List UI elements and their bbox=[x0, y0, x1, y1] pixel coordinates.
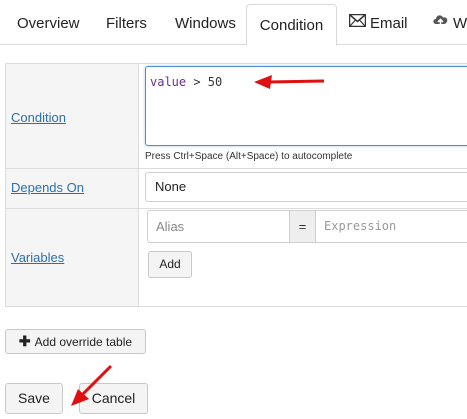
tab-windows[interactable]: Windows bbox=[175, 0, 236, 45]
row-divider bbox=[6, 208, 467, 209]
variables-label[interactable]: Variables bbox=[11, 250, 64, 265]
envelope-icon bbox=[348, 0, 367, 47]
tab-windows-label: Windows bbox=[175, 15, 236, 32]
equals-separator: = bbox=[289, 210, 316, 243]
override-label: Add override table bbox=[34, 335, 133, 349]
tab-webhook-label: We bbox=[453, 15, 467, 32]
depends-on-label[interactable]: Depends On bbox=[11, 180, 84, 195]
add-variable-button[interactable]: Add bbox=[148, 251, 192, 278]
tab-email-label: Email bbox=[370, 15, 408, 32]
variable-row: Alias = Expression bbox=[147, 210, 467, 243]
tab-overview-label: Overview bbox=[17, 15, 80, 32]
code-expression: > 50 bbox=[186, 75, 223, 89]
alias-input[interactable]: Alias bbox=[147, 210, 290, 243]
depends-on-select[interactable]: None bbox=[145, 172, 467, 202]
expression-input[interactable]: Expression bbox=[315, 210, 467, 243]
save-button[interactable]: Save bbox=[5, 383, 63, 414]
tab-webhook[interactable]: We bbox=[432, 0, 467, 45]
condition-code: value > 50 bbox=[150, 75, 222, 89]
code-keyword: value bbox=[150, 75, 187, 89]
cancel-button[interactable]: Cancel bbox=[79, 383, 148, 414]
tab-condition[interactable]: Condition bbox=[246, 4, 337, 46]
condition-label[interactable]: Condition bbox=[11, 110, 66, 125]
tab-filters-label: Filters bbox=[106, 15, 147, 32]
condition-editor[interactable]: value > 50 bbox=[145, 66, 467, 146]
row-divider bbox=[6, 168, 467, 169]
tab-filters[interactable]: Filters bbox=[106, 0, 147, 45]
depends-on-value: None bbox=[155, 179, 187, 194]
tab-email[interactable]: Email bbox=[348, 0, 408, 47]
cloud-upload-icon bbox=[432, 0, 449, 47]
tab-condition-label: Condition bbox=[259, 17, 324, 34]
tab-bar: Overview Filters Windows Condition Email… bbox=[0, 0, 467, 47]
plus-icon: ✚ bbox=[18, 333, 31, 349]
tab-overview[interactable]: Overview bbox=[17, 0, 80, 45]
autocomplete-hint: Press Ctrl+Space (Alt+Space) to autocomp… bbox=[145, 151, 353, 162]
add-override-table-button[interactable]: ✚ Add override table bbox=[5, 329, 146, 354]
